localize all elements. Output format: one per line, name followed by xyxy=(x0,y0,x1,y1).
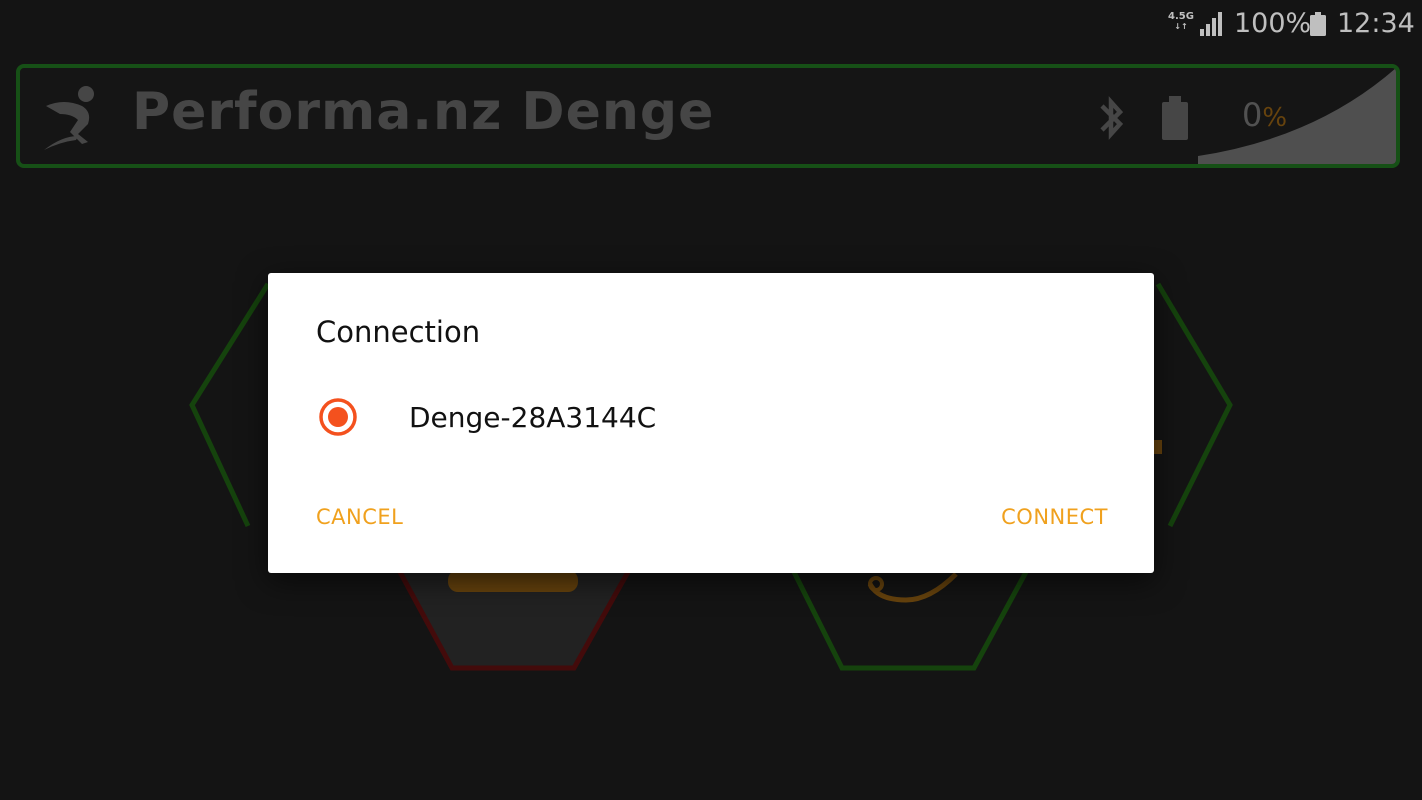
connection-dialog: Connection Denge-28A3144C CANCEL CONNECT xyxy=(268,273,1154,573)
dialog-title: Connection xyxy=(316,315,481,349)
radio-button-selected[interactable] xyxy=(318,397,358,437)
connect-button[interactable]: CONNECT xyxy=(1001,505,1108,529)
device-option-label[interactable]: Denge-28A3144C xyxy=(409,401,656,434)
cancel-button[interactable]: CANCEL xyxy=(316,505,403,529)
